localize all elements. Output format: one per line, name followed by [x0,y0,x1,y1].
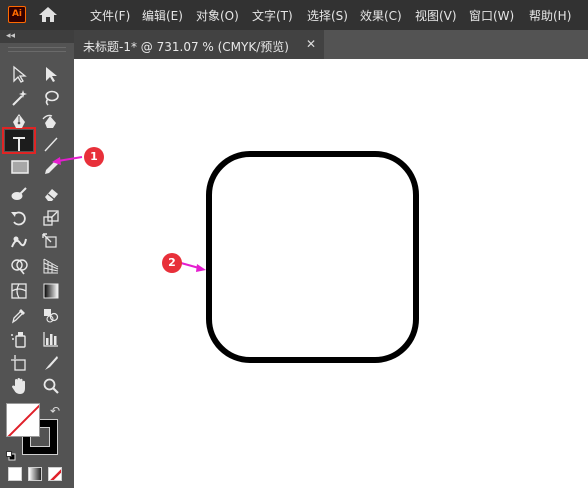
annotation-arrows [52,156,206,272]
arrow-2-line [180,262,200,269]
step-badge-2: 2 [162,253,182,273]
arrow-1-head [52,157,61,165]
step-badge-1: 1 [84,147,104,167]
arrow-1-line [57,156,83,162]
arrow-2-head [196,264,206,272]
